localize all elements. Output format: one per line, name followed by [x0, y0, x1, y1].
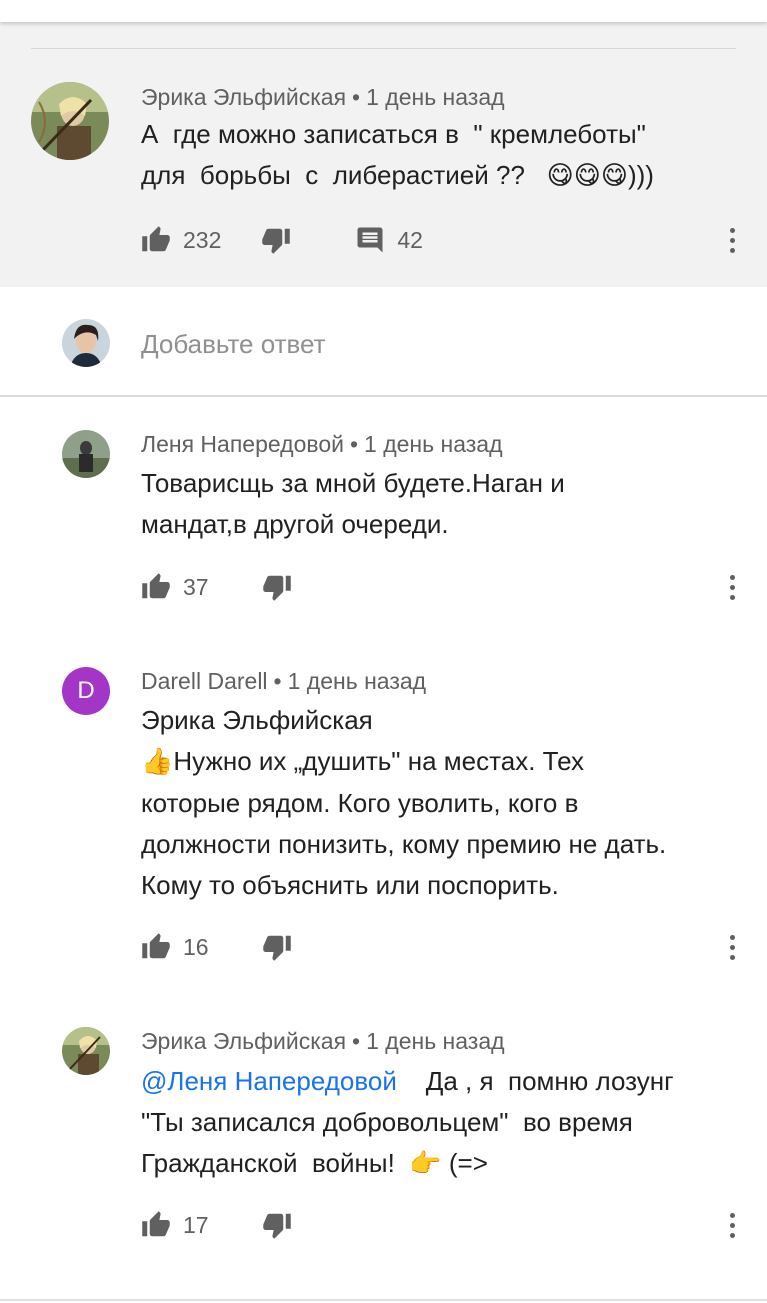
timestamp[interactable]: 1 день назад [366, 1028, 504, 1054]
thumb-up-icon[interactable] [141, 932, 171, 962]
emoji: 😋😋😋 [546, 161, 628, 191]
thumb-down-icon[interactable] [261, 225, 291, 255]
timestamp[interactable]: 1 день назад [366, 84, 504, 110]
thumb-up-icon[interactable] [141, 1210, 171, 1240]
comment-text: Товарисщь за мной будете.Наган и мандат,… [141, 463, 565, 545]
separator: • [273, 668, 282, 694]
timestamp[interactable]: 1 день назад [288, 668, 426, 694]
comment-line-text: Да , я помню лозунг [396, 1066, 674, 1096]
avatar [62, 319, 110, 367]
top-bar [0, 0, 767, 22]
comment-line: Гражданской войны! 👉 (=> [141, 1143, 674, 1185]
comment-line-text: Гражданской войны! [141, 1148, 410, 1178]
main-comment: Эрика Эльфийская • 1 день назад А где можн… [0, 22, 767, 287]
comment-text: Эрика Эльфийская 👍Нужно их „душить" на м… [141, 700, 666, 906]
avatar[interactable] [62, 1027, 110, 1075]
comment-actions: 16 [141, 931, 292, 963]
avatar[interactable]: D [62, 667, 110, 715]
like-count: 17 [183, 1211, 209, 1238]
avatar[interactable] [62, 430, 110, 478]
reply-input-box: Добавьте ответ [0, 287, 767, 397]
comment-line-tail: ))) [627, 160, 654, 190]
pointing-emoji: 👉 [409, 1149, 442, 1179]
comment-line: 👍Нужно их „душить" на местах. Тех [141, 741, 666, 783]
more-vert-icon[interactable] [723, 224, 741, 256]
comment-line: для борьбы с либерастией ?? 😋😋😋))) [141, 155, 654, 197]
comment-line-tail: (=> [441, 1148, 488, 1178]
thumbs-up-emoji: 👍 [141, 747, 174, 777]
comment-line-text: Нужно их „душить" на местах. Тех [173, 746, 584, 776]
timestamp[interactable]: 1 день назад [364, 431, 502, 457]
like-count: 37 [183, 573, 209, 600]
thumb-up-icon[interactable] [141, 225, 171, 255]
comment-text: @Леня Напередовой Да , я помню лозунг "Т… [141, 1061, 674, 1185]
like-count: 232 [183, 226, 222, 253]
comment-line: должности понизить, кому премию не дать. [141, 829, 667, 859]
divider [31, 48, 736, 49]
comment-line: А где можно записаться в " кремлеботы" [141, 119, 646, 149]
like-count: 16 [183, 933, 209, 960]
more-vert-icon[interactable] [723, 931, 741, 963]
comment-text: А где можно записаться в " кремлеботы" д… [141, 114, 654, 197]
more-vert-icon[interactable] [723, 571, 741, 603]
comment-line: @Леня Напередовой Да , я помню лозунг [141, 1061, 674, 1102]
author-name[interactable]: Эрика Эльфийская [141, 1028, 346, 1054]
more-vert-icon[interactable] [723, 1209, 741, 1241]
comment-line: мандат,в другой очереди. [141, 509, 449, 539]
comment-line-text: для борьбы с либерастией ?? [141, 160, 547, 190]
comment-meta: Darell Darell • 1 день назад [141, 668, 426, 695]
comment-actions: 17 [141, 1209, 292, 1241]
comment-line: которые рядом. Кого уволить, кого в [141, 788, 579, 818]
thumb-up-icon[interactable] [141, 572, 171, 602]
divider [0, 1299, 767, 1301]
comment-meta: Эрика Эльфийская • 1 день назад [141, 1028, 505, 1055]
comment-meta: Эрика Эльфийская • 1 день назад [141, 84, 505, 111]
comment-line: Эрика Эльфийская [141, 705, 373, 735]
thumb-down-icon[interactable] [262, 932, 292, 962]
avatar[interactable] [31, 82, 109, 160]
separator: • [352, 84, 361, 110]
author-name[interactable]: Леня Напередовой [141, 431, 344, 457]
author-name[interactable]: Эрика Эльфийская [141, 84, 346, 110]
mention-link[interactable]: @Леня Напередовой [141, 1066, 397, 1096]
comment-meta: Леня Напередовой • 1 день назад [141, 431, 503, 458]
comment-actions: 232 42 [141, 224, 423, 256]
thumb-down-icon[interactable] [262, 1210, 292, 1240]
comment-actions: 37 [141, 571, 292, 603]
reply-count[interactable]: 42 [397, 227, 423, 254]
reply-input[interactable]: Добавьте ответ [141, 329, 326, 360]
comment-line: "Ты записался добровольцем" во время [141, 1107, 633, 1137]
thumb-down-icon[interactable] [262, 572, 292, 602]
avatar-letter: D [77, 677, 95, 704]
separator: • [349, 431, 359, 457]
comment-icon[interactable] [355, 225, 385, 255]
comment-line: Товарисщь за мной будете.Наган и [141, 468, 565, 498]
author-name[interactable]: Darell Darell [141, 668, 268, 694]
comment-line: Кому то объяснить или поспорить. [141, 870, 559, 900]
separator: • [352, 1028, 361, 1054]
